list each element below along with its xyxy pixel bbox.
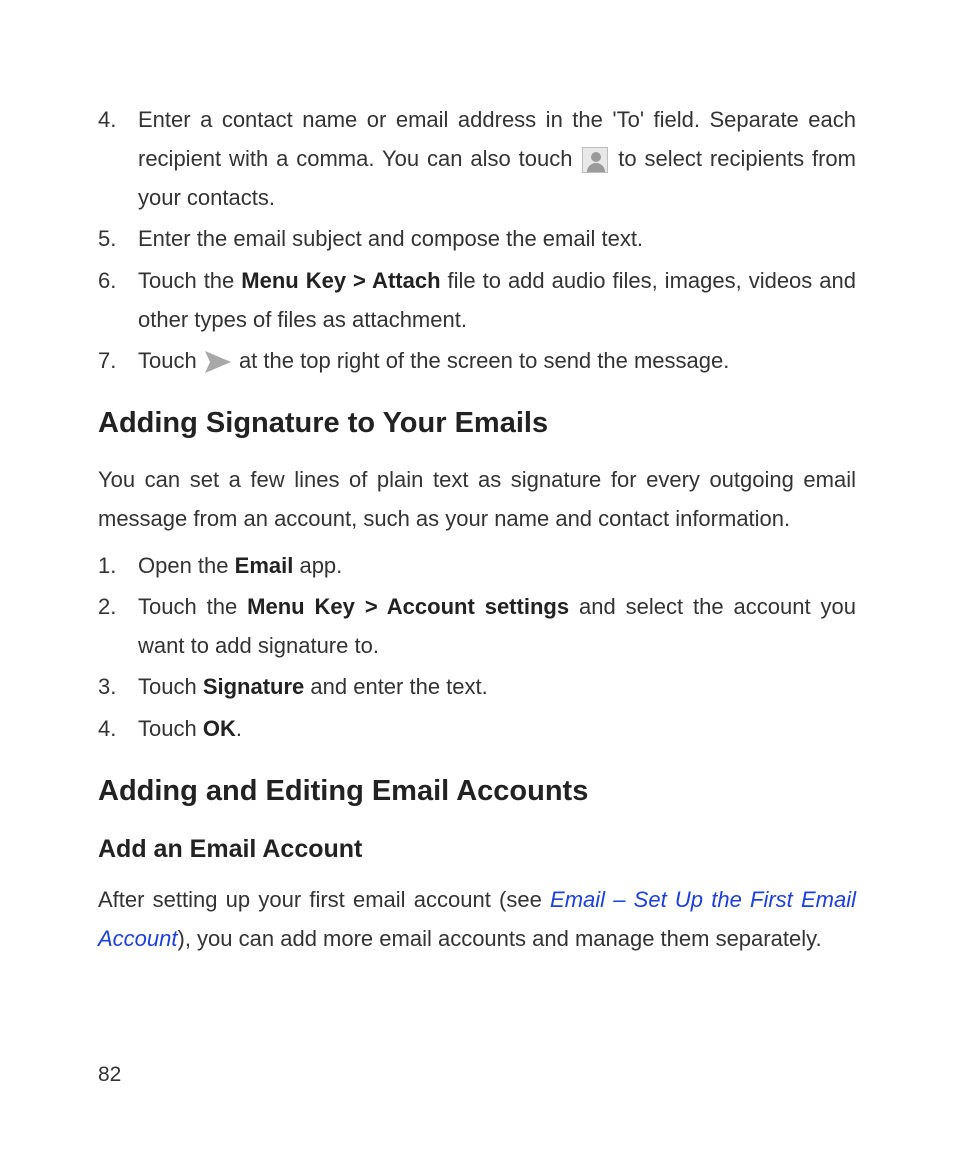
steps-list-continued: Enter a contact name or email address in… — [98, 100, 856, 380]
step-6-pre: Touch the — [138, 268, 241, 293]
sig-step-2-bold: Menu Key > Account settings — [247, 594, 569, 619]
page-number: 82 — [98, 1056, 121, 1093]
sig-step-1-bold: Email — [235, 553, 294, 578]
sig-step-4-post: . — [236, 716, 242, 741]
heading-adding-signature: Adding Signature to Your Emails — [98, 398, 856, 450]
step-6-bold: Menu Key > Attach — [241, 268, 440, 293]
step-7-pre: Touch — [138, 348, 203, 373]
add-account-post: ), you can add more email accounts and m… — [178, 926, 822, 951]
add-account-paragraph: After setting up your first email accoun… — [98, 880, 856, 958]
sig-step-1-post: app. — [293, 553, 342, 578]
sig-step-3-post: and enter the text. — [304, 674, 487, 699]
heading-add-email-account: Add an Email Account — [98, 827, 856, 872]
sig-step-4-pre: Touch — [138, 716, 203, 741]
heading-adding-editing-accounts: Adding and Editing Email Accounts — [98, 766, 856, 818]
step-5-text: Enter the email subject and compose the … — [138, 226, 643, 251]
step-5: Enter the email subject and compose the … — [98, 219, 856, 258]
sig-step-4-bold: OK — [203, 716, 236, 741]
step-4: Enter a contact name or email address in… — [98, 100, 856, 217]
sig-step-4: Touch OK. — [98, 709, 856, 748]
sig-step-1-pre: Open the — [138, 553, 235, 578]
sig-step-2-pre: Touch the — [138, 594, 247, 619]
sig-step-3: Touch Signature and enter the text. — [98, 667, 856, 706]
signature-steps-list: Open the Email app. Touch the Menu Key >… — [98, 546, 856, 748]
sig-step-3-pre: Touch — [138, 674, 203, 699]
signature-intro-paragraph: You can set a few lines of plain text as… — [98, 460, 856, 538]
step-7-post: at the top right of the screen to send t… — [233, 348, 730, 373]
contact-icon — [582, 147, 608, 173]
sig-step-2: Touch the Menu Key > Account settings an… — [98, 587, 856, 665]
send-icon — [205, 351, 231, 373]
add-account-pre: After setting up your first email accoun… — [98, 887, 550, 912]
step-6: Touch the Menu Key > Attach file to add … — [98, 261, 856, 339]
sig-step-3-bold: Signature — [203, 674, 304, 699]
sig-step-1: Open the Email app. — [98, 546, 856, 585]
step-7: Touch at the top right of the screen to … — [98, 341, 856, 380]
